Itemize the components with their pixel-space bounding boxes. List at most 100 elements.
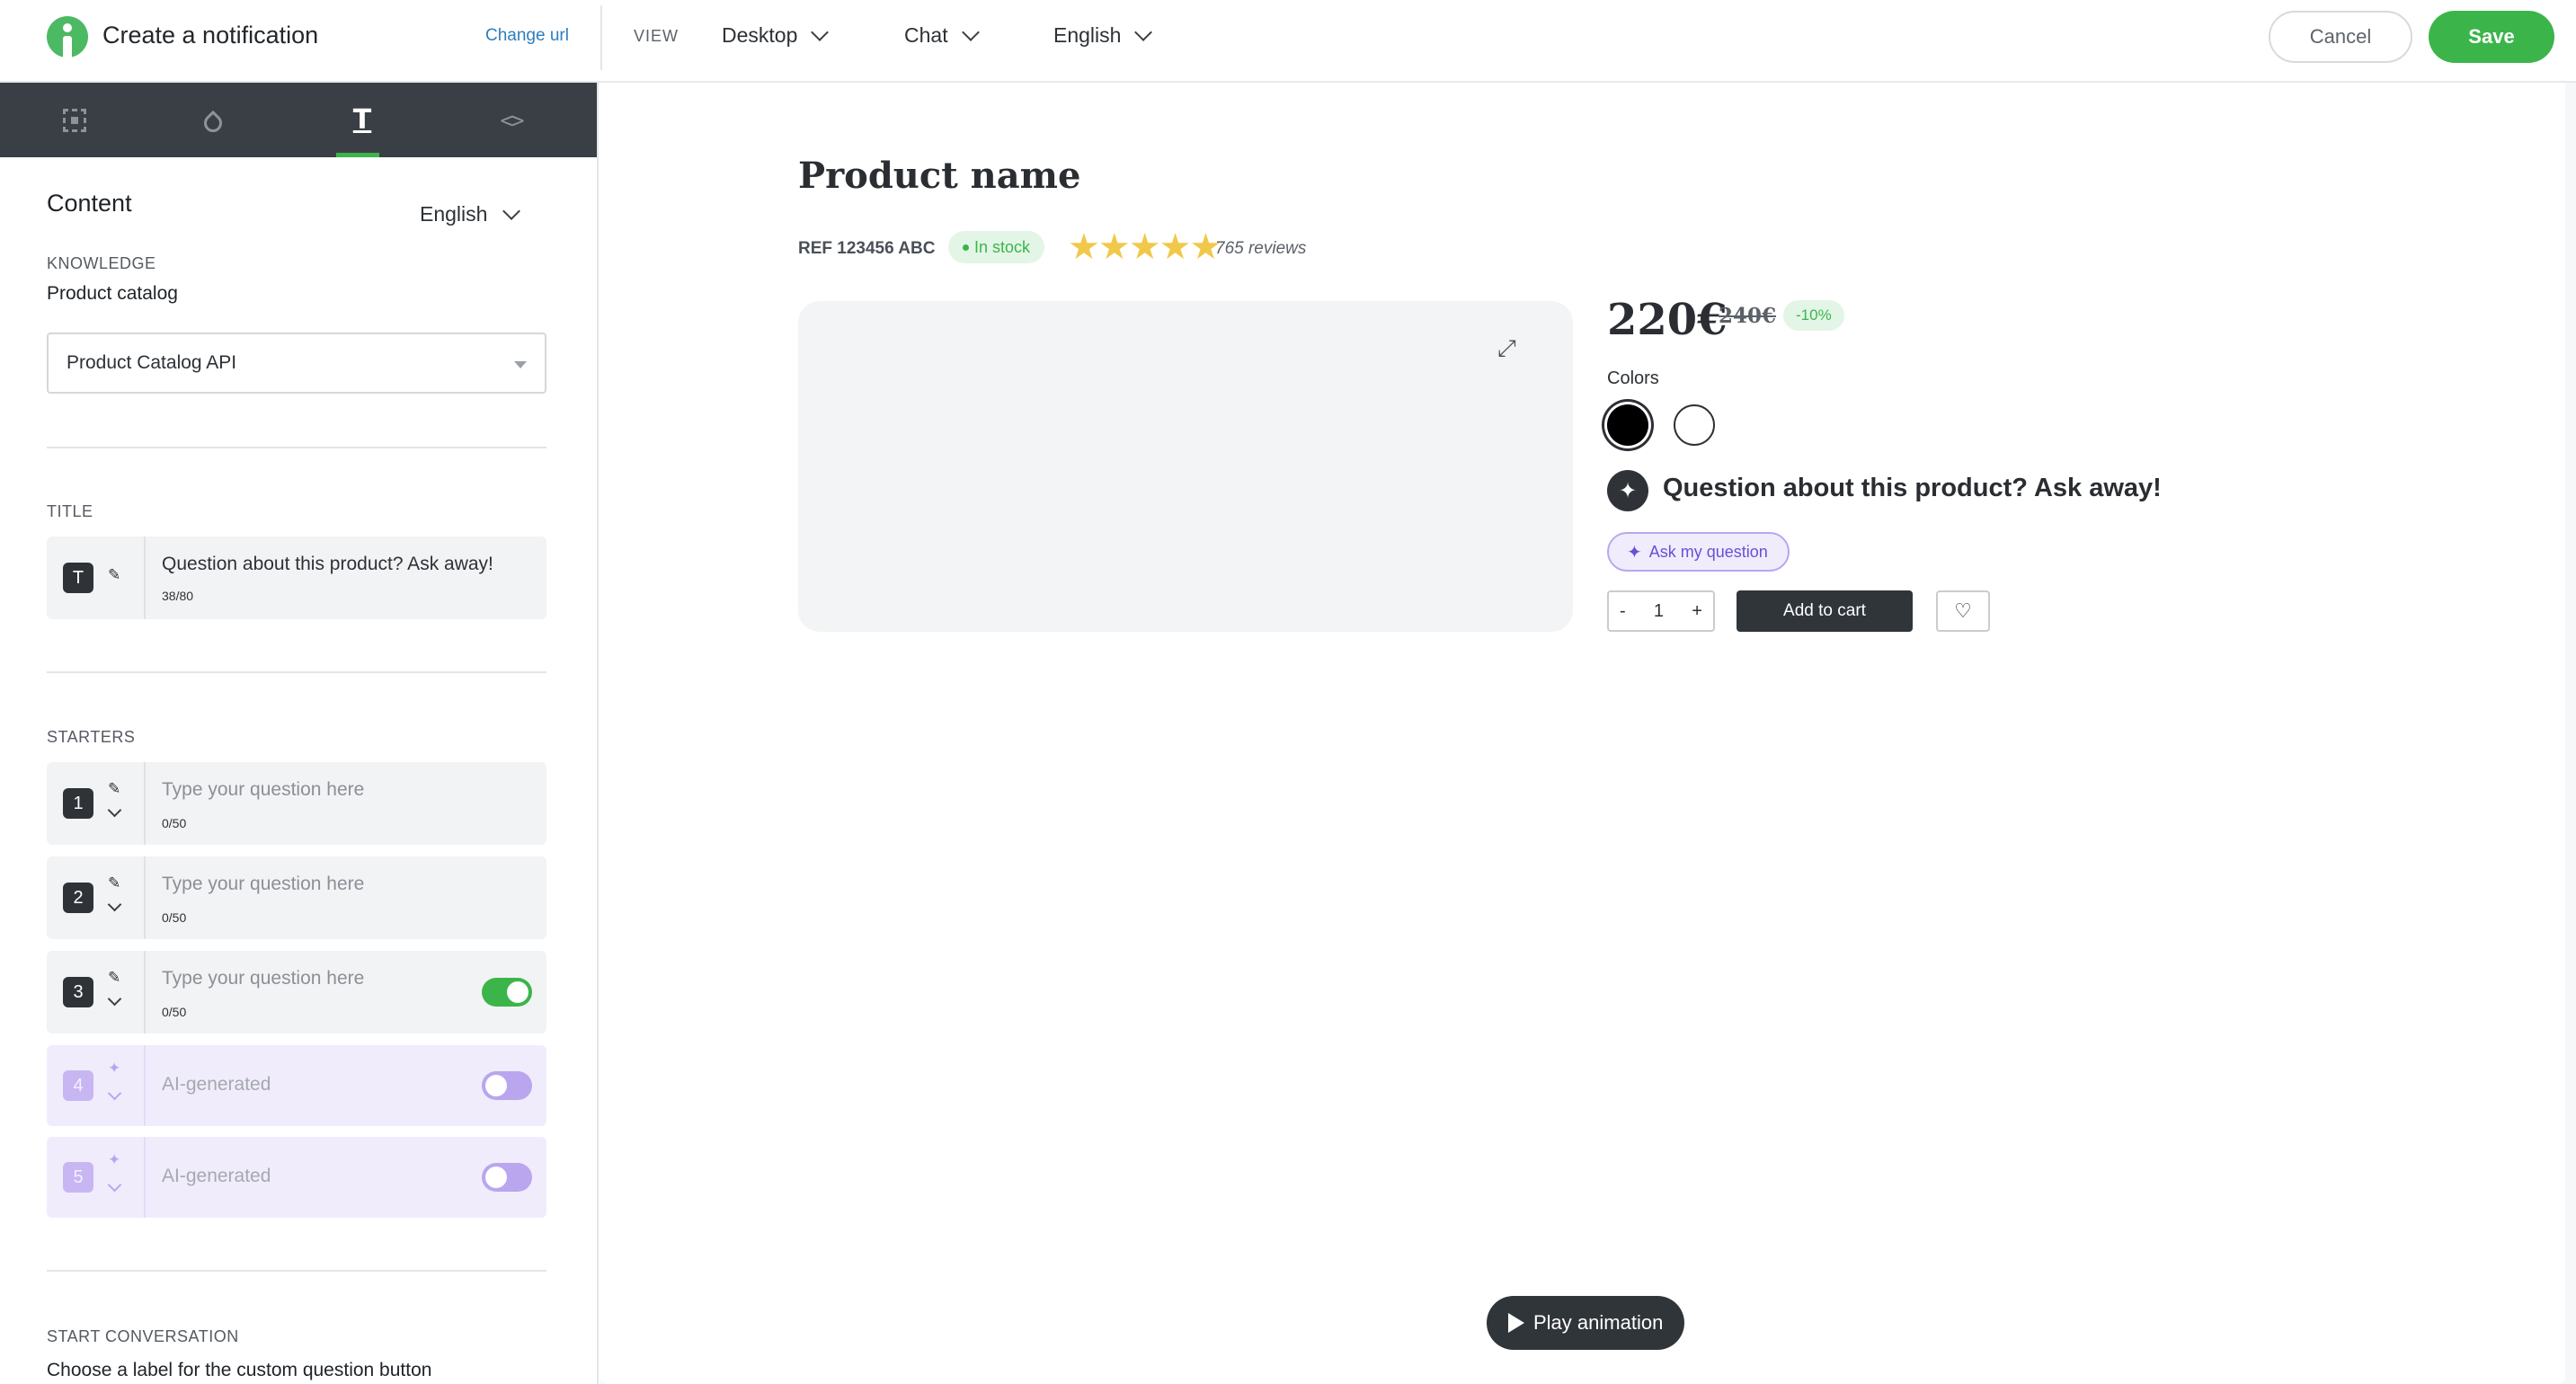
code-icon: <> [500,107,525,133]
save-button[interactable]: Save [2429,11,2554,63]
play-icon [1508,1313,1524,1333]
content-language-label: English [420,202,488,226]
color-swatch-black[interactable] [1607,404,1648,446]
starter-row-5[interactable]: 5 ✦ AI-generated [47,1137,546,1218]
catalog-select-value: Product Catalog API [67,352,237,373]
editor-panel: T <> Content English KNOWLEDGE Product c… [0,83,599,1384]
chevron-down-icon [502,201,521,220]
sparkle-icon: ✦ [1607,470,1648,511]
product-image-placeholder: ⤢ [798,301,1573,632]
starter-controls: 3 ✎ [47,951,146,1034]
quantity-stepper[interactable]: - 1 + [1607,590,1715,632]
starter-input[interactable]: Type your question here [162,874,364,895]
chevron-down-icon[interactable] [107,803,122,818]
starter-row-4[interactable]: 4 ✦ AI-generated [47,1045,546,1126]
caret-down-icon [514,361,527,368]
notification-question: Question about this product? Ask away! [1663,474,2162,502]
cancel-button[interactable]: Cancel [2269,11,2412,63]
starter-controls: 2 ✎ [47,856,146,939]
reviews-count: 765 reviews [1215,239,1307,258]
starter-controls: 1 ✎ [47,762,146,845]
tab-code[interactable]: <> [437,83,586,157]
title-field-controls: T ✎ [47,537,146,619]
brand-logo-icon [47,16,88,58]
starter-row-1[interactable]: 1 ✎ Type your question here 0/50 [47,762,546,845]
chevron-down-icon[interactable] [107,897,122,912]
status-dot-icon [963,244,969,251]
starter-row-3[interactable]: 3 ✎ Type your question here 0/50 [47,951,546,1034]
chevron-down-icon [1134,22,1153,41]
sparkle-icon: ✦ [108,1151,121,1168]
view-label: VIEW [634,27,680,45]
starter-number: 3 [63,977,93,1007]
play-animation-button[interactable]: Play animation [1487,1296,1685,1350]
content-language-dropdown[interactable]: English [420,201,521,226]
starter-input[interactable]: Type your question here [162,779,364,801]
page-title: Create a notification [102,22,319,49]
stock-badge: In stock [948,231,1045,263]
text-icon: T [352,104,372,136]
title-char-count: 38/80 [162,589,194,603]
start-conversation-hint: Choose a label for the custom question b… [47,1360,432,1380]
starter-controls: 5 ✦ [47,1137,146,1218]
product-name: Product name [798,155,1081,197]
tab-layout[interactable] [0,83,149,157]
starters-label: STARTERS [47,728,136,746]
chevron-down-icon[interactable] [107,1177,122,1193]
qty-minus-button[interactable]: - [1620,601,1626,622]
qty-value: 1 [1653,600,1665,621]
ai-toggle[interactable] [482,1071,532,1100]
editor-tabs: T <> [0,83,597,157]
starter-char-count: 0/50 [162,910,187,925]
language-dropdown[interactable]: English [1053,22,1153,48]
tab-style[interactable] [138,83,288,157]
chevron-down-icon [961,22,980,41]
starter-char-count: 0/50 [162,1005,187,1019]
ai-generated-label: AI-generated [162,1166,271,1186]
starter-row-2[interactable]: 2 ✎ Type your question here 0/50 [47,856,546,939]
stock-label: In stock [974,237,1031,256]
add-to-cart-button[interactable]: Add to cart [1737,590,1913,632]
preview-area: Product name REF 123456 ABC In stock ★★★… [600,83,2576,1384]
colors-label: Colors [1607,368,1659,388]
edit-pen-icon[interactable]: ✎ [108,780,120,798]
ai-toggle[interactable] [482,1163,532,1192]
sparkle-icon: ✦ [108,1060,121,1077]
chevron-down-icon[interactable] [107,1086,122,1101]
starter-toggle[interactable] [482,978,532,1007]
knowledge-label: KNOWLEDGE [47,254,156,272]
format-dropdown[interactable]: Chat [904,22,980,48]
top-bar: Create a notification Change url VIEW De… [0,0,2576,83]
language-dropdown-label: English [1053,23,1122,47]
start-conversation-label: START CONVERSATION [47,1327,239,1345]
qty-plus-button[interactable]: + [1692,601,1702,622]
ai-generated-label: AI-generated [162,1074,271,1095]
divider [47,1270,546,1272]
heart-icon[interactable]: ♡ [1936,590,1990,632]
edit-pen-icon[interactable]: ✎ [108,566,120,584]
device-dropdown-label: Desktop [722,23,798,47]
starter-controls: 4 ✦ [47,1045,146,1126]
edit-pen-icon[interactable]: ✎ [108,969,120,987]
frame-icon [63,108,86,132]
change-url-link[interactable]: Change url [485,26,569,46]
edit-pen-icon[interactable]: ✎ [108,874,120,892]
title-input[interactable]: Question about this product? Ask away! [162,554,493,575]
rating-stars-icon: ★★★★★ [1068,226,1221,268]
product-ref: REF 123456 ABC [798,239,936,258]
chevron-down-icon [811,22,830,41]
expand-icon[interactable]: ⤢ [1497,335,1516,363]
device-dropdown[interactable]: Desktop [722,22,830,48]
discount-badge: -10% [1783,300,1844,331]
format-dropdown-label: Chat [904,23,948,47]
droplet-icon [200,110,227,136]
starter-input[interactable]: Type your question here [162,968,364,989]
chevron-down-icon[interactable] [107,991,122,1007]
title-field[interactable]: T ✎ Question about this product? Ask awa… [47,537,546,619]
tab-content[interactable]: T [288,83,437,157]
section-heading: Content [47,190,132,217]
price: 220€ [1607,295,1728,345]
catalog-select[interactable]: Product Catalog API [47,333,546,394]
color-swatch-white[interactable] [1674,404,1715,446]
ask-question-button[interactable]: ✦ Ask my question [1607,532,1790,572]
